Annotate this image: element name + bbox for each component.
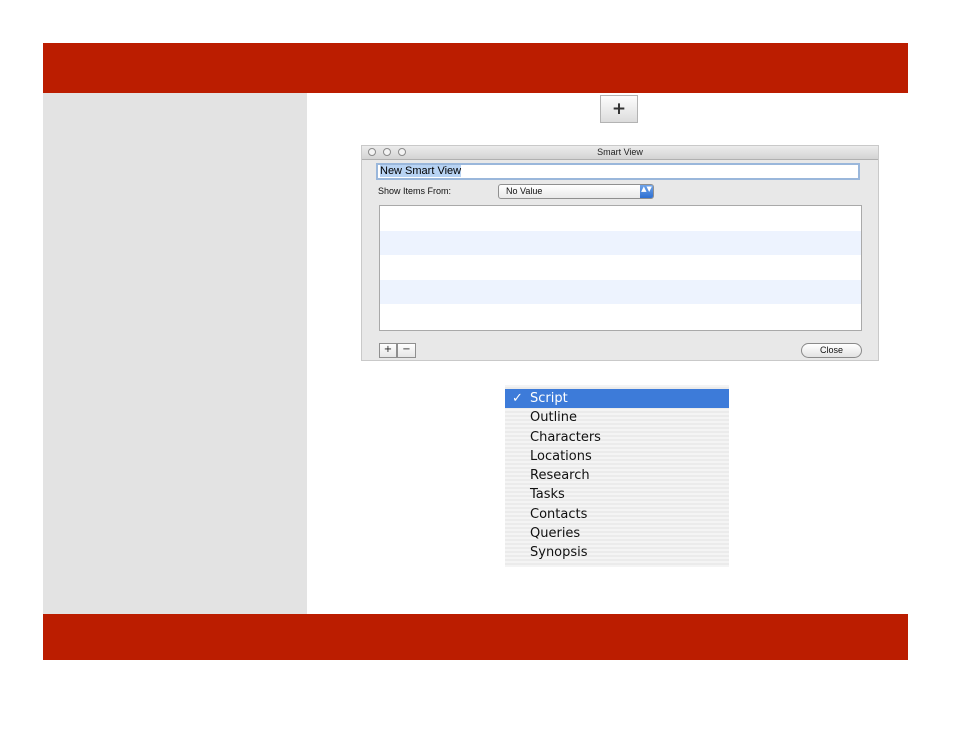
menu-item-synopsis[interactable]: Synopsis	[505, 543, 729, 562]
show-items-value: No Value	[506, 186, 543, 196]
menu-item-label: Research	[530, 468, 590, 484]
menu-item-queries[interactable]: Queries	[505, 524, 729, 543]
view-dropdown-menu: ✓ Script Outline Characters Locations Re…	[505, 385, 729, 567]
window-titlebar[interactable]: Smart View	[362, 146, 878, 160]
smart-view-name-field[interactable]: New Smart View	[376, 163, 860, 180]
top-banner	[43, 43, 908, 93]
checkmark-icon: ✓	[512, 391, 523, 406]
show-items-label: Show Items From:	[378, 186, 452, 196]
menu-item-label: Contacts	[530, 506, 588, 522]
smart-view-name-text: New Smart View	[380, 165, 462, 177]
window-title: Smart View	[597, 147, 643, 157]
list-row[interactable]	[380, 206, 861, 231]
add-smart-view-button[interactable]: +	[600, 95, 638, 123]
remove-rule-button[interactable]: −	[397, 343, 416, 358]
menu-item-script[interactable]: ✓ Script	[505, 389, 729, 409]
show-items-popup[interactable]: No Value ▲▼	[498, 184, 654, 199]
menu-item-contacts[interactable]: Contacts	[505, 505, 729, 524]
menu-item-label: Outline	[530, 410, 578, 426]
add-rule-button[interactable]: +	[379, 343, 397, 358]
list-row[interactable]	[380, 304, 861, 329]
menu-item-outline[interactable]: Outline	[505, 408, 729, 427]
menu-item-label: Script	[530, 391, 568, 406]
menu-item-characters[interactable]: Characters	[505, 428, 729, 447]
close-button[interactable]: Close	[801, 343, 862, 358]
menu-item-label: Queries	[530, 526, 581, 542]
menu-item-research[interactable]: Research	[505, 466, 729, 485]
menu-item-label: Tasks	[530, 487, 565, 503]
menu-item-label: Locations	[530, 448, 592, 464]
left-panel	[43, 93, 307, 614]
menu-item-label: Characters	[530, 429, 601, 445]
list-row[interactable]	[380, 255, 861, 280]
rules-list[interactable]	[379, 205, 862, 331]
menu-item-label: Synopsis	[530, 545, 588, 561]
menu-item-locations[interactable]: Locations	[505, 447, 729, 466]
smart-view-window: Smart View New Smart View Show Items Fro…	[361, 145, 879, 361]
list-row[interactable]	[380, 230, 861, 255]
bottom-banner	[43, 614, 908, 660]
menu-item-tasks[interactable]: Tasks	[505, 485, 729, 504]
popup-arrows-icon: ▲▼	[640, 185, 653, 198]
list-row[interactable]	[380, 279, 861, 304]
